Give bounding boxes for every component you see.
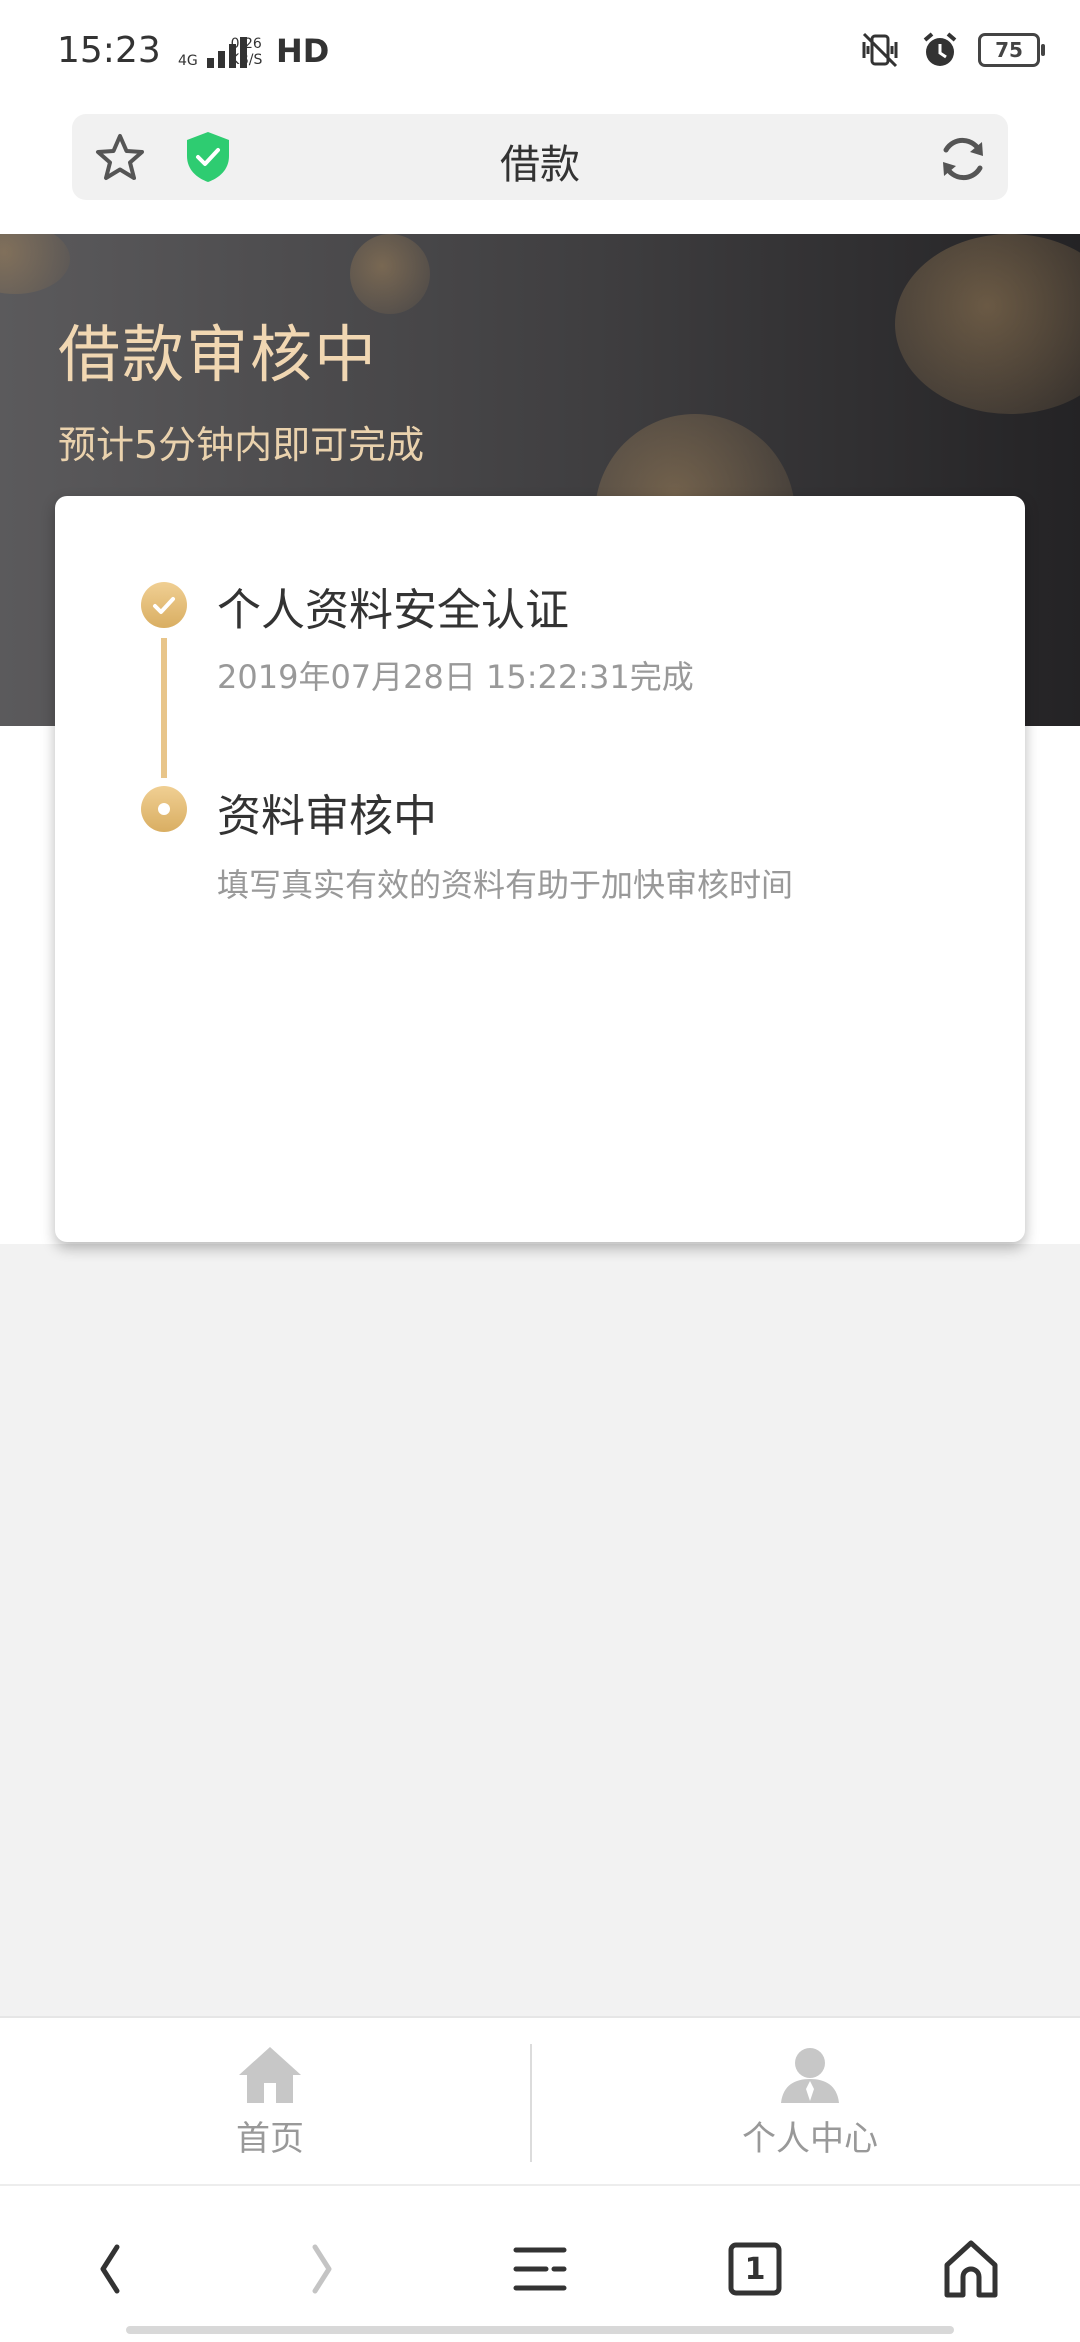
- browser-navigation: 1: [0, 2184, 1080, 2342]
- tab-label: 个人中心: [742, 2118, 878, 2159]
- banner-title: 借款审核中: [58, 318, 379, 391]
- progress-card: 个人资料安全认证 2019年07月28日 15:22:31完成 资料审核中 填写…: [55, 496, 1025, 1242]
- refresh-icon[interactable]: [936, 132, 990, 186]
- network-speed: 0.26 KB/S: [230, 36, 263, 68]
- step-title: 个人资料安全认证: [217, 585, 569, 636]
- person-icon: [781, 2047, 839, 2103]
- step-current-icon: [141, 786, 187, 832]
- menu-button[interactable]: [505, 2234, 575, 2304]
- menu-icon: [513, 2247, 567, 2291]
- status-icons: 75: [858, 30, 1045, 70]
- chevron-left-icon: [100, 2244, 120, 2294]
- home-button[interactable]: [936, 2234, 1006, 2304]
- step-description: 2019年07月28日 15:22:31完成: [217, 658, 694, 696]
- browser-toolbar: 借款: [0, 108, 1080, 234]
- step-title: 资料审核中: [217, 791, 437, 842]
- hd-indicator: HD: [276, 32, 330, 70]
- forward-button[interactable]: [288, 2234, 358, 2304]
- mute-vibrate-icon: [862, 32, 898, 68]
- status-time: 15:23: [57, 30, 161, 71]
- tab-label: 首页: [236, 2118, 304, 2159]
- page-title: 借款: [500, 142, 580, 188]
- back-button[interactable]: [74, 2234, 144, 2304]
- network-type: 4G: [178, 53, 198, 69]
- step-description: 填写真实有效的资料有助于加快审核时间: [217, 866, 794, 904]
- tab-divider: [530, 2044, 532, 2162]
- tab-home[interactable]: 首页: [0, 2018, 540, 2186]
- tab-count: 1: [744, 2251, 766, 2287]
- decorative-orb: [0, 234, 70, 294]
- tab-profile[interactable]: 个人中心: [540, 2018, 1080, 2186]
- status-bar: 15:23 4G 0.26 KB/S HD 75: [0, 0, 1080, 108]
- address-bar[interactable]: 借款: [72, 114, 1008, 200]
- alarm-icon: [923, 32, 957, 66]
- bottom-tab-bar: 首页 个人中心: [0, 2016, 1080, 2186]
- chevron-right-icon: [312, 2244, 332, 2294]
- tabs-button[interactable]: 1: [720, 2234, 790, 2304]
- step-done-icon: [141, 582, 187, 628]
- step-connector: [161, 638, 167, 778]
- decorative-orb: [895, 234, 1080, 414]
- home-outline-icon: [944, 2240, 998, 2298]
- home-icon: [239, 2046, 301, 2103]
- battery-icon: 75: [978, 33, 1045, 67]
- decorative-orb: [350, 234, 430, 314]
- home-indicator: [126, 2326, 954, 2334]
- check-icon: [153, 597, 175, 614]
- banner-subtitle: 预计5分钟内即可完成: [58, 423, 425, 467]
